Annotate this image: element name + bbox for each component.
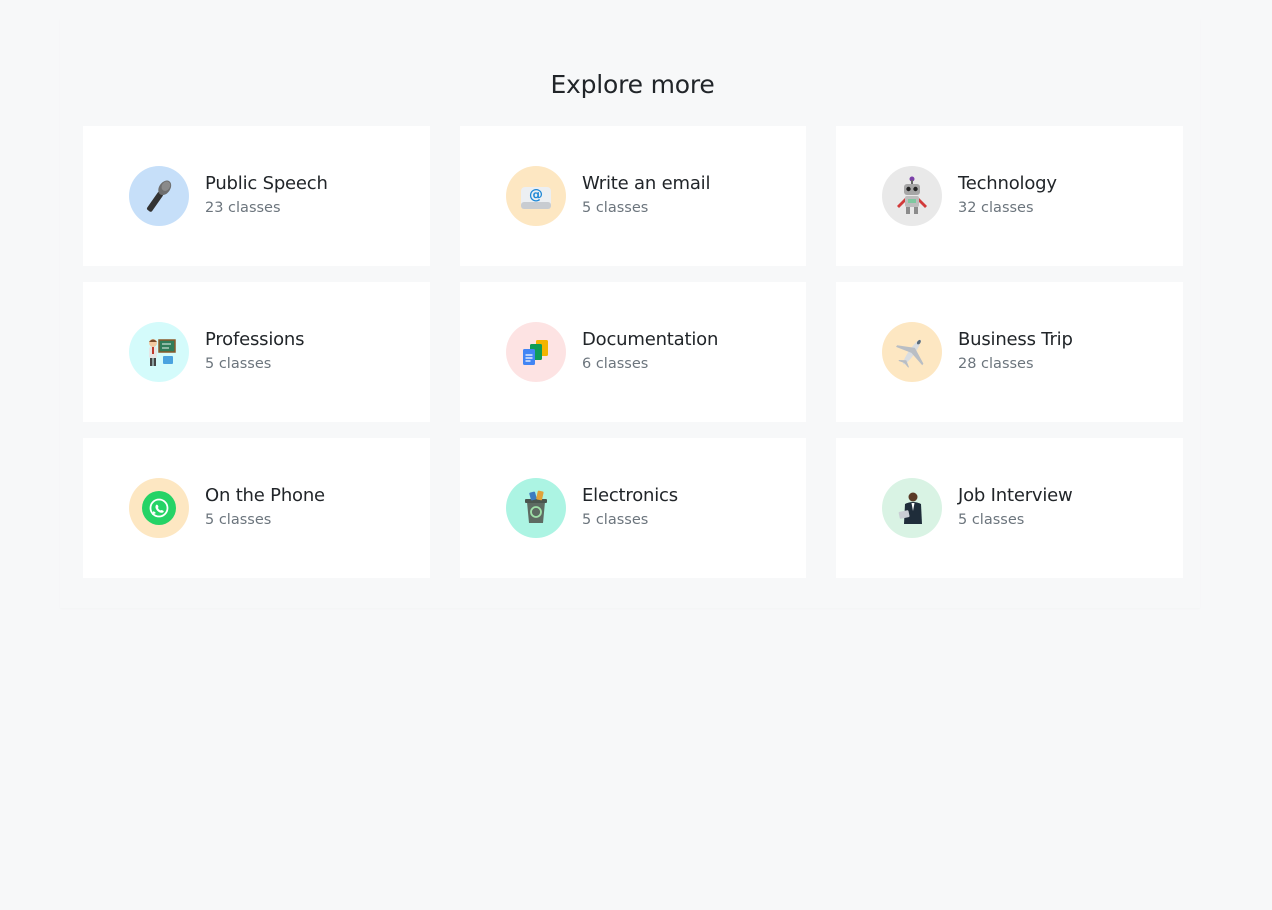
category-card-professions[interactable]: Professions 5 classes	[83, 282, 430, 422]
category-title: Write an email	[582, 173, 711, 194]
businessman-icon	[882, 478, 942, 538]
category-count: 6 classes	[582, 356, 649, 372]
category-count: 23 classes	[205, 200, 281, 216]
category-title: Business Trip	[958, 329, 1073, 350]
category-grid: Public Speech 23 classes @ Write an emai…	[83, 126, 1183, 578]
microphone-icon	[129, 166, 189, 226]
category-count: 28 classes	[958, 356, 1034, 372]
category-title: On the Phone	[205, 485, 325, 506]
section-title: Explore more	[550, 70, 715, 99]
category-card-on-the-phone[interactable]: On the Phone 5 classes	[83, 438, 430, 578]
category-card-technology[interactable]: Technology 32 classes	[836, 126, 1183, 266]
email-icon: @	[506, 166, 566, 226]
category-card-documentation[interactable]: Documentation 6 classes	[460, 282, 806, 422]
svg-text:@: @	[529, 187, 543, 203]
category-card-write-an-email[interactable]: @ Write an email 5 classes	[460, 126, 806, 266]
category-title: Electronics	[582, 485, 678, 506]
category-count: 5 classes	[582, 512, 649, 528]
category-count: 32 classes	[958, 200, 1034, 216]
recycle-bin-icon	[506, 478, 566, 538]
category-card-job-interview[interactable]: Job Interview 5 classes	[836, 438, 1183, 578]
robot-icon	[882, 166, 942, 226]
teacher-icon	[129, 322, 189, 382]
category-card-electronics[interactable]: Electronics 5 classes	[460, 438, 806, 578]
category-count: 5 classes	[205, 512, 272, 528]
category-title: Professions	[205, 329, 305, 350]
category-count: 5 classes	[958, 512, 1025, 528]
category-title: Job Interview	[958, 485, 1073, 506]
category-count: 5 classes	[205, 356, 272, 372]
category-card-business-trip[interactable]: Business Trip 28 classes	[836, 282, 1183, 422]
category-title: Public Speech	[205, 173, 328, 194]
documents-icon	[506, 322, 566, 382]
category-count: 5 classes	[582, 200, 649, 216]
whatsapp-icon	[129, 478, 189, 538]
airplane-icon	[882, 322, 942, 382]
category-card-public-speech[interactable]: Public Speech 23 classes	[83, 126, 430, 266]
category-title: Technology	[958, 173, 1057, 194]
category-title: Documentation	[582, 329, 719, 350]
